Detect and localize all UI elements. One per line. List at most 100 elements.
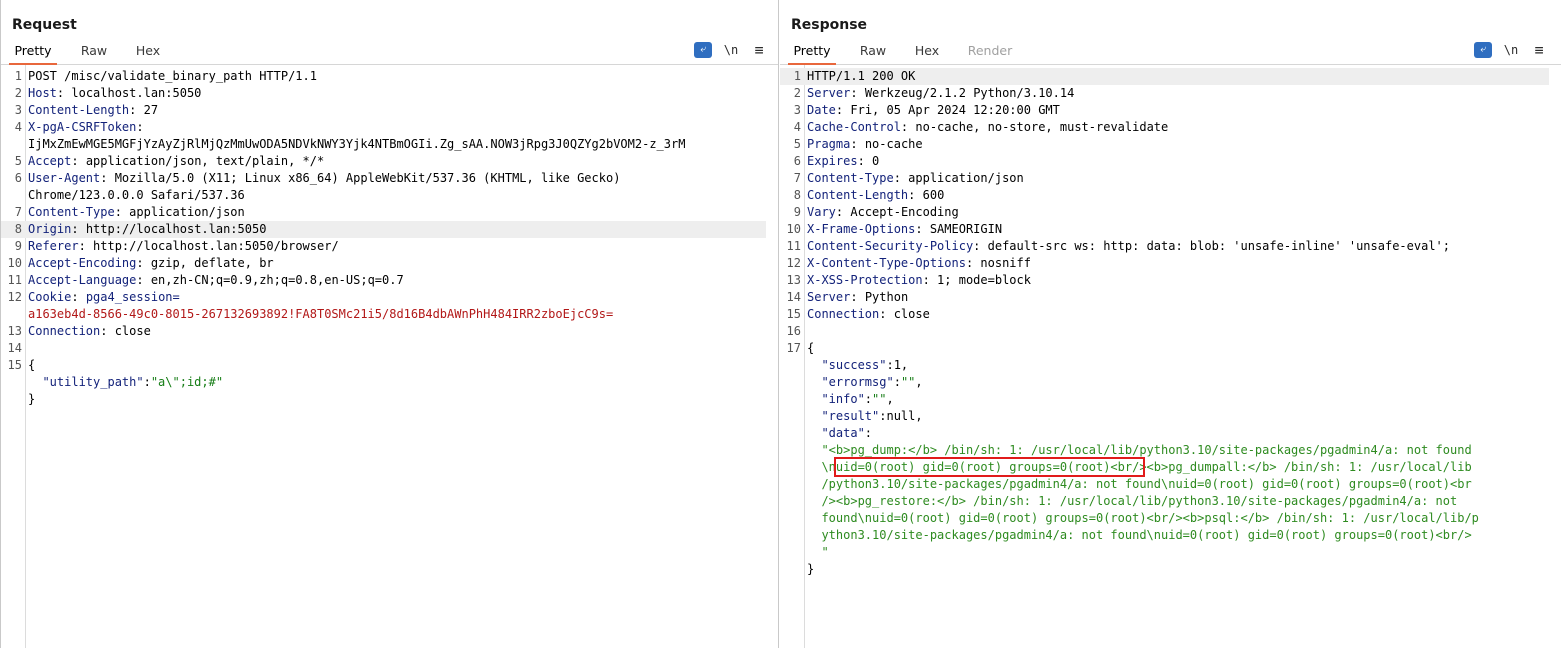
- line-number: 11: [786, 239, 801, 253]
- json-punct: :: [864, 426, 873, 440]
- header-value: gzip, deflate, br: [143, 256, 274, 270]
- header-value: http://localhost.lan:5050/browser/: [85, 239, 339, 253]
- code-line: 4 Cache-Control: no-cache, no-store, must…: [780, 119, 1549, 136]
- header-line: Vary: Accept-Encoding: [807, 205, 959, 219]
- code-line: 6 User-Agent: Mozilla/5.0 (X11; Linux x86…: [1, 170, 766, 187]
- header-line: X-Content-Type-Options: nosniff: [807, 256, 1031, 270]
- code-line: 6 Expires: 0: [780, 153, 1549, 170]
- code-line: found\nuid=0(root) gid=0(root) groups=0(…: [780, 510, 1549, 527]
- json-key: "errormsg": [807, 375, 894, 389]
- code-line: 5 Accept: application/json, text/plain, *…: [1, 153, 766, 170]
- response-editor[interactable]: 1 HTTP/1.1 200 OK 2 Server: Werkzeug/2.1.2 …: [780, 65, 1561, 648]
- header-line: Connection: close: [28, 324, 151, 338]
- code-line: 2 Server: Werkzeug/2.1.2 Python/3.10.14: [780, 85, 1549, 102]
- header-name: Content-Length: [28, 103, 130, 117]
- json-key: "utility_path": [28, 375, 144, 389]
- json-string: "": [900, 375, 916, 389]
- line-number: 12: [7, 290, 22, 304]
- word-wrap-icon[interactable]: ⤶: [1474, 42, 1492, 58]
- header-line: Content-Length: 600: [807, 188, 945, 202]
- menu-icon[interactable]: ≡: [1530, 42, 1548, 58]
- code-line: 8 Content-Length: 600: [780, 187, 1549, 204]
- header-name: Content-Type: [807, 171, 894, 185]
- header-value: close: [886, 307, 930, 321]
- header-value: 600: [915, 188, 945, 202]
- response-tab-render[interactable]: Render: [964, 43, 1016, 63]
- code-line: 14: [1, 340, 766, 357]
- code-text: IjMxZmEwMGE5MGFjYzAyZjRlMjQzMmUwODA5NDVk…: [28, 137, 686, 151]
- code-line: 3 Content-Length: 27: [1, 102, 766, 119]
- json-punct: ,: [915, 375, 923, 389]
- request-title: Request: [12, 17, 77, 33]
- header-name: Content-Length: [807, 188, 909, 202]
- json-string-line: \nuid=0(root) gid=0(root) groups=0(root)…: [807, 459, 1549, 476]
- header-line: Content-Type: application/json: [807, 171, 1024, 185]
- header-value: no-cache, no-store, must-revalidate: [908, 120, 1169, 134]
- header-name: Accept-Language: [28, 273, 137, 287]
- request-tab-raw[interactable]: Raw: [73, 43, 115, 63]
- code-line: /><b>pg_restore:</b> /bin/sh: 1: /usr/lo…: [780, 493, 1549, 510]
- header-name: Referer: [28, 239, 79, 253]
- word-wrap-icon[interactable]: ⤶: [694, 42, 712, 58]
- code-line: 9 Referer: http://localhost.lan:5050/brow…: [1, 238, 766, 255]
- json-string-line: /><b>pg_restore:</b> /bin/sh: 1: /usr/lo…: [807, 493, 1549, 510]
- header-name: Cache-Control: [807, 120, 901, 134]
- json-punct: :null,: [879, 409, 923, 423]
- code-line: 11 Accept-Language: en,zh-CN;q=0.9,zh;q=0…: [1, 272, 766, 289]
- code-line: 12 Cookie: pga4_session=: [1, 289, 766, 306]
- code-line: 10 X-Frame-Options: SAMEORIGIN: [780, 221, 1549, 238]
- line-number: 15: [7, 358, 22, 372]
- header-value: 1; mode=block: [929, 273, 1031, 287]
- code-line: 11 Content-Security-Policy: default-src w…: [780, 238, 1549, 255]
- code-line: 10 Accept-Encoding: gzip, deflate, br: [1, 255, 766, 272]
- line-number: 2: [793, 86, 801, 100]
- header-value: close: [107, 324, 151, 338]
- code-line: 9 Vary: Accept-Encoding: [780, 204, 1549, 221]
- menu-icon[interactable]: ≡: [750, 42, 768, 58]
- header-line: Origin: http://localhost.lan:5050: [28, 222, 267, 236]
- header-name: X-Content-Type-Options: [807, 256, 966, 270]
- json-key: "info": [807, 392, 865, 406]
- line-number: 3: [14, 103, 22, 117]
- code-line: 14 Server: Python: [780, 289, 1549, 306]
- response-tab-raw[interactable]: Raw: [852, 43, 894, 63]
- header-value: pga4_session=: [78, 290, 180, 304]
- code-line: ": [780, 544, 1549, 561]
- json-key: "data": [807, 426, 865, 440]
- response-tab-hex[interactable]: Hex: [906, 43, 948, 63]
- line-number: 6: [14, 171, 22, 185]
- header-name: Vary: [807, 205, 836, 219]
- request-tabbar: Pretty Raw Hex ⤶ \n ≡: [1, 40, 778, 65]
- response-tab-pretty[interactable]: Pretty: [788, 43, 836, 65]
- header-name: X-pgA-CSRFToken: [28, 120, 137, 134]
- request-tab-hex[interactable]: Hex: [127, 43, 169, 63]
- line-number: 16: [786, 324, 801, 338]
- request-editor[interactable]: 1 POST /misc/validate_binary_path HTTP/1.…: [1, 65, 778, 648]
- header-value: Fri, 05 Apr 2024 12:20:00 GMT: [843, 103, 1060, 117]
- code-line: "info":"",: [780, 391, 1549, 408]
- code-text: HTTP/1.1 200 OK: [807, 69, 916, 83]
- code-line: 5 Pragma: no-cache: [780, 136, 1549, 153]
- line-number: 13: [786, 273, 801, 287]
- code-line: 7 Content-Type: application/json: [780, 170, 1549, 187]
- header-name: Pragma: [807, 137, 851, 151]
- newline-toggle-button[interactable]: \n: [722, 42, 740, 58]
- header-line: Content-Security-Policy: default-src ws:…: [807, 239, 1451, 253]
- code-text: {: [807, 341, 815, 355]
- line-number: 11: [7, 273, 22, 287]
- json-string-line: found\nuid=0(root) gid=0(root) groups=0(…: [807, 510, 1549, 527]
- request-tab-pretty[interactable]: Pretty: [9, 43, 57, 65]
- json-punct: :: [893, 375, 901, 389]
- newline-toggle-button[interactable]: \n: [1502, 42, 1520, 58]
- header-line: Referer: http://localhost.lan:5050/brows…: [28, 239, 339, 253]
- line-number: 2: [14, 86, 22, 100]
- json-pair: "success":1,: [807, 357, 1549, 374]
- json-pair: "errormsg":"",: [807, 374, 1549, 391]
- json-punct: ,: [886, 392, 894, 406]
- code-line: 17 {: [780, 340, 1549, 357]
- header-name: User-Agent: [28, 171, 101, 185]
- code-text: }: [807, 562, 815, 576]
- header-value: Werkzeug/2.1.2 Python/3.10.14: [857, 86, 1075, 100]
- header-line: Expires: 0: [807, 154, 880, 168]
- header-name: Accept: [28, 154, 72, 168]
